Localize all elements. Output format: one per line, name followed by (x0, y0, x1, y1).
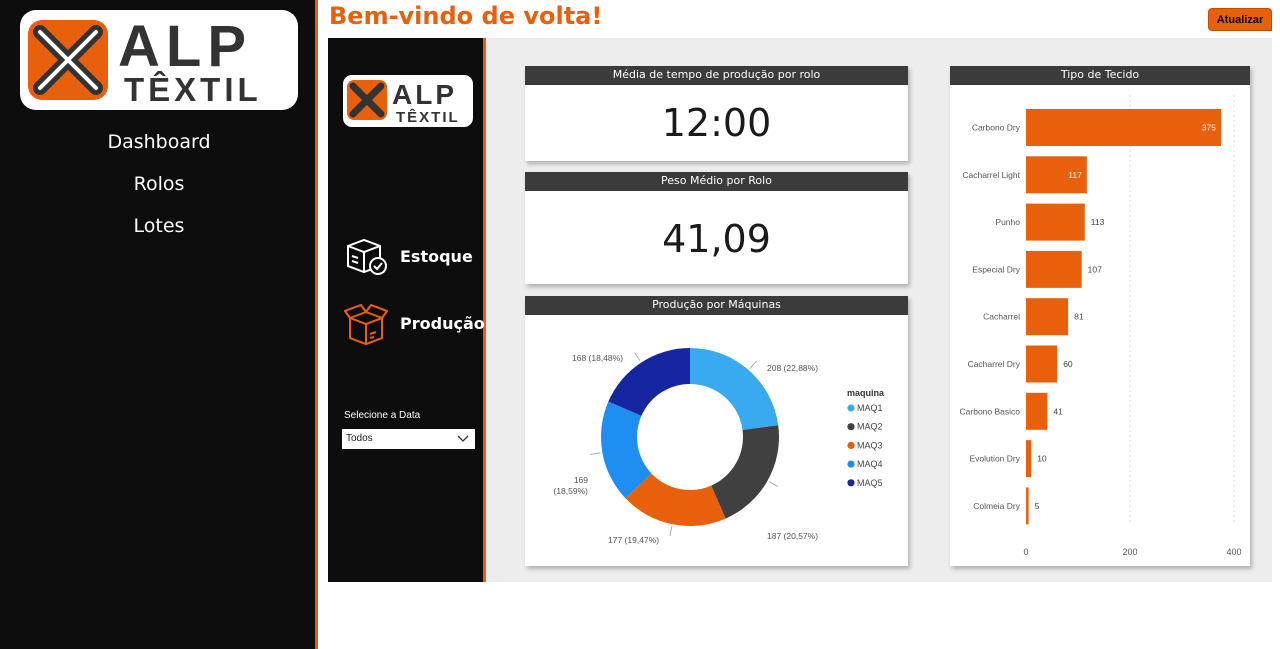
date-filter-label: Selecione a Data (344, 410, 421, 421)
sidebar-nav: Dashboard Rolos Lotes (0, 128, 318, 254)
app-window: ALP TÊXTIL Dashboard Rolos Lotes Bem-vin… (0, 0, 1280, 649)
bar-value-label: 60 (1063, 359, 1073, 369)
bar-cacharrel[interactable] (1026, 298, 1069, 336)
bar-value-label: 41 (1053, 406, 1063, 416)
nav-item-dashboard[interactable]: Dashboard (0, 128, 318, 170)
small-logo-brand-top: ALP (392, 79, 457, 110)
bar-chart-title: Tipo de Tecido (950, 66, 1250, 85)
donut-slice-maq1[interactable] (690, 348, 779, 430)
donut-data-label: 169 (18,59%) (554, 475, 589, 496)
legend-marker (847, 423, 855, 431)
legend-label: MAQ3 (857, 440, 883, 450)
logo-brand-top: ALP (118, 14, 252, 79)
nav-item-rolos[interactable]: Rolos (0, 170, 318, 212)
bar-x-tick-label: 0 (1023, 547, 1028, 557)
donut-leader-line (590, 452, 601, 455)
donut-legend-title: maquina (847, 388, 885, 398)
legend-label: MAQ4 (857, 459, 883, 469)
donut-legend-item-maq3[interactable]: MAQ3 (847, 440, 883, 450)
donut-data-label: 177 (19,47%) (608, 535, 659, 545)
open-box-icon (344, 303, 388, 346)
report-nav-producao-label: Produção (400, 313, 485, 333)
bar-value-label: 10 (1037, 454, 1047, 464)
donut-leader-line (769, 481, 779, 487)
kpi-card-title: Média de tempo de produção por rolo (525, 66, 908, 85)
report-nav-estoque[interactable]: Estoque (344, 236, 473, 276)
donut-leader-line (634, 352, 641, 362)
bar-especial-dry[interactable] (1026, 250, 1082, 288)
donut-chart-card: Produção por Máquinas 208 (22,88%) 187 (2… (525, 296, 908, 566)
bar-x-tick-label: 400 (1226, 547, 1241, 557)
donut-chart-title: Produção por Máquinas (525, 296, 908, 315)
bar-x-tick-label: 200 (1122, 547, 1137, 557)
nav-item-lotes[interactable]: Lotes (0, 212, 318, 254)
sidebar: ALP TÊXTIL Dashboard Rolos Lotes (0, 0, 318, 649)
report-sidebar: ALP TÊXTIL Estoque Produção Selecione a … (328, 38, 486, 582)
donut-legend-item-maq5[interactable]: MAQ5 (847, 478, 883, 488)
donut-leader-line (749, 360, 757, 369)
legend-label: MAQ2 (857, 422, 883, 432)
bar-category-label: Cacharrel (983, 312, 1020, 322)
legend-marker (847, 479, 855, 487)
donut-chart: 208 (22,88%) 187 (20,57%) 177 (19,47%) 169(… (554, 348, 885, 545)
bar-value-label: 113 (1091, 217, 1105, 227)
donut-legend-item-maq2[interactable]: MAQ2 (847, 422, 883, 432)
date-filter-select[interactable]: Todos (342, 429, 475, 449)
bar-carbono-dry[interactable] (1026, 109, 1221, 146)
legend-marker (847, 460, 855, 468)
bar-category-label: Carbono Basico (960, 406, 1021, 416)
donut-slice-maq2[interactable] (711, 425, 779, 519)
kpi-card-tempo: Média de tempo de produção por rolo 12:0… (525, 66, 908, 161)
chevron-down-icon (457, 435, 469, 442)
bar-value-label: 375 (1202, 123, 1216, 133)
small-logo-brand-bottom: TÊXTIL (396, 108, 460, 126)
bar-colmeia-dry[interactable] (1026, 487, 1029, 525)
bar-category-label: Evolution Dry (969, 454, 1020, 464)
bar-cacharrel-dry[interactable] (1026, 345, 1058, 383)
donut-legend-item-maq4[interactable]: MAQ4 (847, 459, 883, 469)
boxes-check-icon (347, 238, 387, 275)
bar-category-label: Especial Dry (972, 264, 1020, 274)
report-panel: ALP TÊXTIL Estoque Produção Selecione a … (328, 38, 1272, 582)
kpi-value: 12:00 (661, 101, 772, 145)
bar-value-label: 5 (1035, 501, 1040, 511)
legend-label: MAQ5 (857, 478, 883, 488)
bar-category-label: Cacharrel Light (962, 170, 1020, 180)
bar-category-label: Cacharrel Dry (968, 359, 1021, 369)
kpi-card-peso: Peso Médio por Rolo 41,09 (525, 172, 908, 284)
page-title: Bem-vindo de volta! (329, 2, 603, 30)
bar-carbono-basico[interactable] (1026, 392, 1048, 430)
bar-punho[interactable] (1026, 203, 1085, 241)
donut-data-label: 187 (20,57%) (767, 531, 818, 541)
bar-category-label: Punho (995, 217, 1020, 227)
bar-category-label: Colmeia Dry (973, 501, 1021, 511)
alp-textil-small-logo: ALP TÊXTIL (343, 75, 473, 127)
donut-data-label: 168 (18,48%) (572, 353, 623, 363)
bar-value-label: 81 (1074, 312, 1084, 322)
report-nav-estoque-label: Estoque (400, 246, 473, 266)
donut-leader-line (669, 526, 673, 537)
refresh-button[interactable]: Atualizar (1208, 8, 1272, 31)
legend-label: MAQ1 (857, 403, 883, 413)
bar-value-label: 107 (1088, 264, 1102, 274)
bar-chart: 0 200 400 Carbono Dry 375 Cacharrel Light 117 P… (960, 95, 1242, 557)
logo-brand-bottom: TÊXTIL (124, 71, 262, 108)
date-filter-value: Todos (346, 433, 373, 444)
legend-marker (847, 404, 855, 412)
bar-value-label: 117 (1068, 170, 1082, 180)
report-nav-producao[interactable]: Produção (344, 300, 485, 346)
donut-legend-item-maq1[interactable]: MAQ1 (847, 403, 883, 413)
kpi-value: 41,09 (662, 217, 771, 261)
alp-textil-logo: ALP TÊXTIL (20, 10, 298, 110)
donut-data-label: 208 (22,88%) (767, 363, 818, 373)
kpi-card-title: Peso Médio por Rolo (525, 172, 908, 191)
legend-marker (847, 441, 855, 449)
bar-category-label: Carbono Dry (972, 123, 1021, 133)
bar-chart-card: Tipo de Tecido 0 200 400 Carbono Dry 375 Cach… (950, 66, 1250, 566)
bar-evolution-dry[interactable] (1026, 440, 1032, 478)
